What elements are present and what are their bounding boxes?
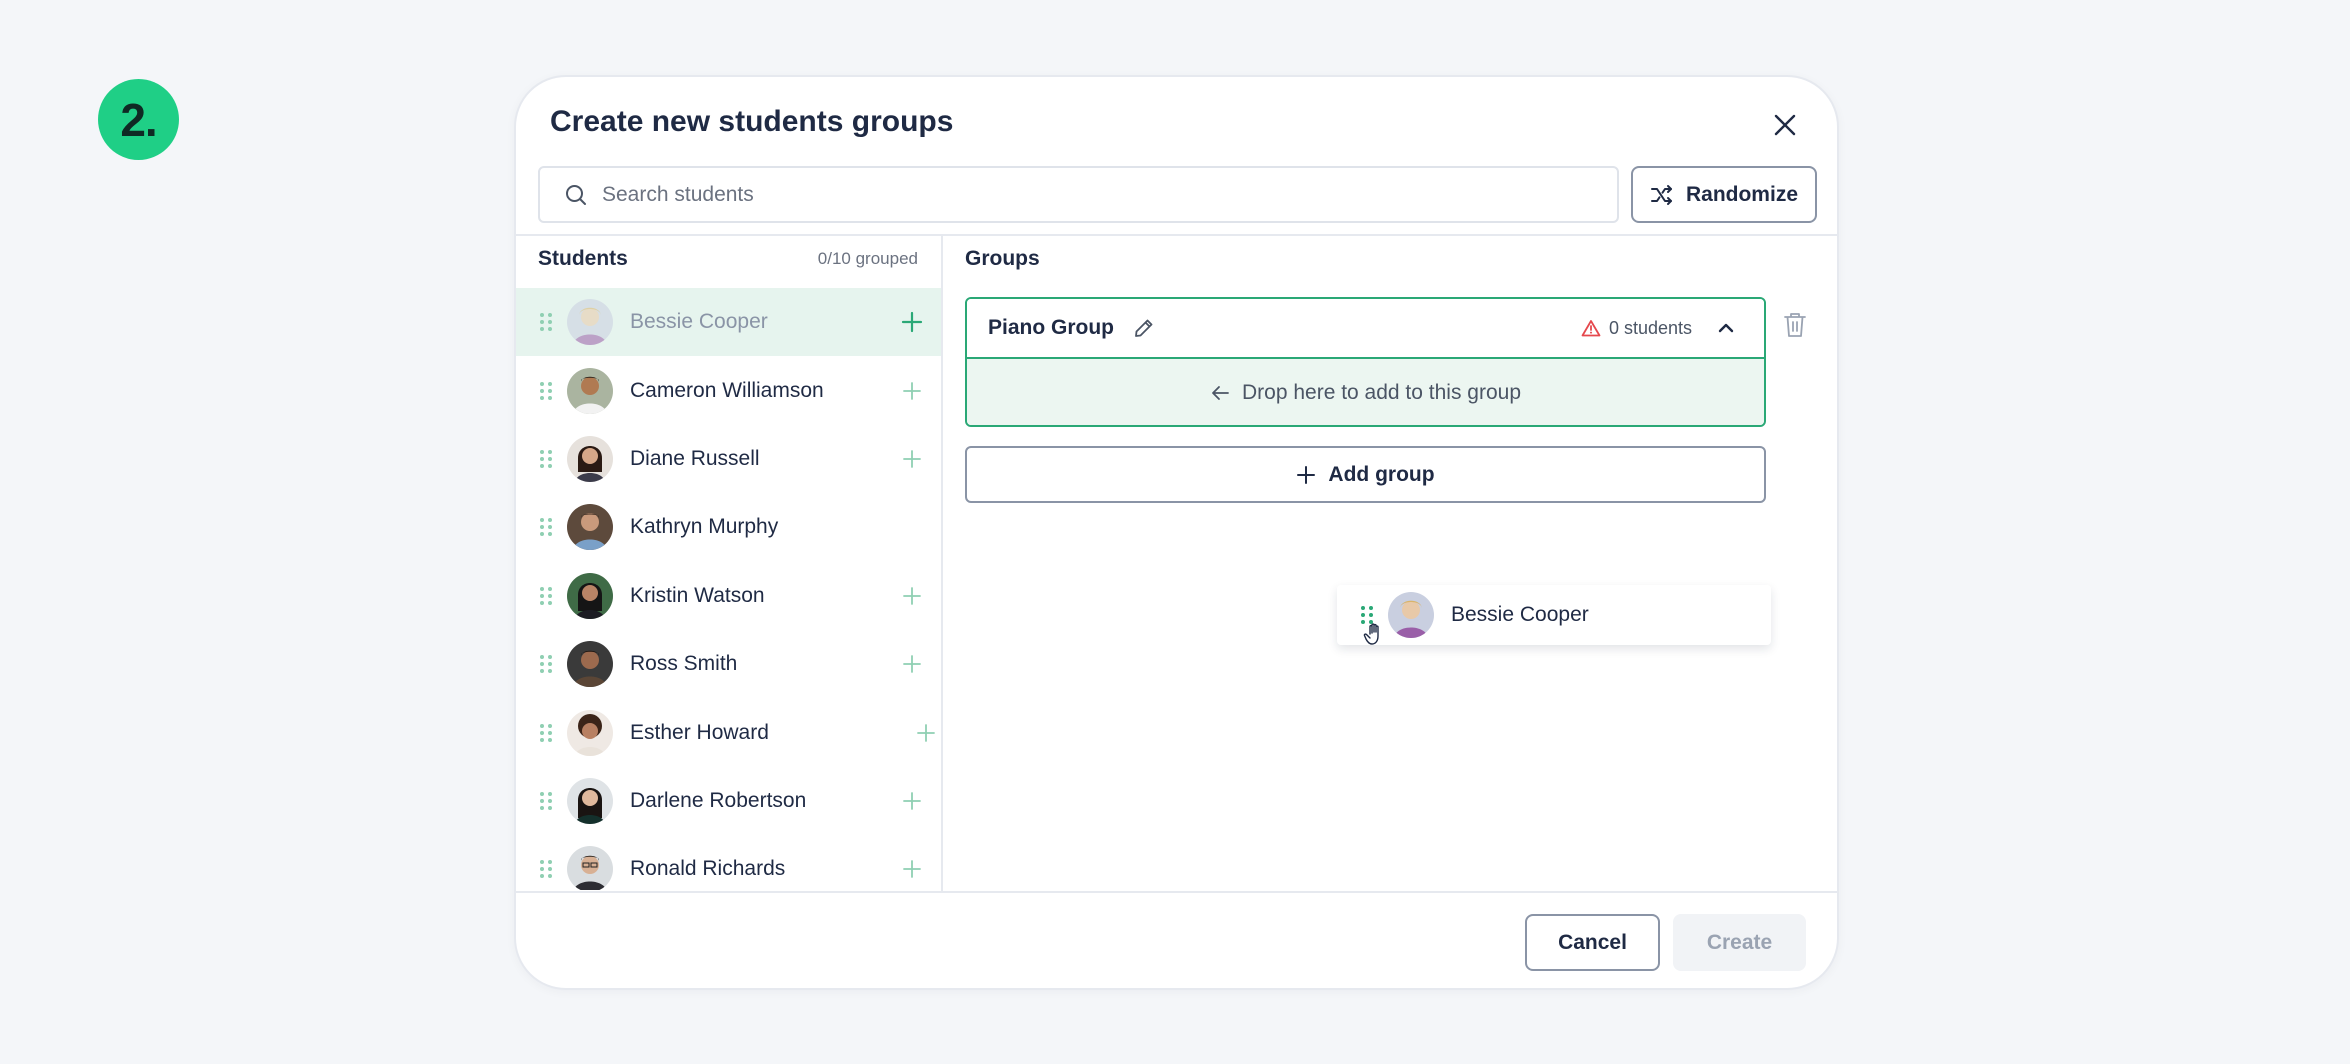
avatar [567, 641, 613, 688]
drag-handle-icon[interactable] [540, 860, 552, 879]
create-button[interactable]: Create [1673, 914, 1806, 971]
drag-preview-name: Bessie Cooper [1451, 603, 1589, 626]
plus-icon [1297, 465, 1316, 484]
create-groups-modal: Create new students groups Randomize Stu… [514, 75, 1839, 990]
avatar [567, 435, 613, 482]
student-list: Bessie Cooper Cameron Williamson Diane R… [516, 288, 941, 890]
group-student-count: 0 students [1581, 318, 1692, 339]
avatar [567, 299, 613, 346]
student-name: Ross Smith [630, 652, 738, 676]
groups-title: Groups [965, 247, 1040, 270]
add-group-button[interactable]: Add group [965, 446, 1766, 503]
search-icon [566, 184, 586, 205]
grab-hand-cursor-icon [1363, 623, 1379, 645]
plus-icon[interactable] [901, 790, 923, 812]
student-name: Kathryn Murphy [630, 515, 779, 539]
footer-divider [516, 891, 1837, 893]
close-button[interactable] [1767, 107, 1803, 143]
student-name: Cameron Williamson [630, 378, 824, 402]
drop-hint: Drop here to add to this group [1241, 381, 1521, 404]
drag-handle-icon[interactable] [540, 518, 552, 537]
student-name: Kristin Watson [630, 583, 765, 607]
avatar [1388, 592, 1434, 638]
plus-icon[interactable] [901, 585, 923, 607]
student-name: Ronald Richards [630, 857, 786, 881]
student-name: Esther Howard [630, 720, 769, 744]
student-row[interactable]: Kathryn Murphy [516, 493, 941, 561]
modal-title: Create new students groups [550, 105, 954, 138]
plus-icon[interactable] [915, 722, 937, 744]
plus-icon[interactable] [901, 311, 923, 333]
student-row[interactable]: Cameron Williamson [516, 356, 941, 424]
search-field[interactable] [538, 166, 1619, 223]
chevron-up-icon[interactable] [1714, 316, 1738, 340]
close-icon [1774, 114, 1796, 136]
student-row[interactable]: Bessie Cooper [516, 288, 941, 357]
student-row[interactable]: Ross Smith [516, 630, 941, 698]
plus-icon[interactable] [901, 380, 923, 402]
drag-handle-icon[interactable] [540, 655, 552, 674]
arrow-left-icon [1212, 386, 1229, 400]
student-name: Darlene Robertson [630, 788, 807, 812]
group-header: Piano Group 0 students [967, 299, 1764, 359]
student-row[interactable]: Esther Howard [516, 698, 941, 766]
student-row[interactable]: Kristin Watson [516, 562, 941, 630]
drag-handle-icon[interactable] [540, 313, 552, 332]
group-drop-zone[interactable]: Drop here to add to this group [967, 359, 1764, 425]
avatar [567, 367, 613, 414]
drag-handle-icon[interactable] [540, 449, 552, 468]
group-card: Piano Group 0 students Drop here to add … [965, 297, 1766, 427]
pencil-icon[interactable] [1132, 316, 1156, 340]
student-name: Diane Russell [630, 446, 760, 470]
column-divider [941, 235, 943, 892]
drag-handle-icon[interactable] [540, 586, 552, 605]
avatar [567, 709, 613, 756]
student-row[interactable]: Darlene Robertson [516, 767, 941, 835]
plus-icon[interactable] [901, 653, 923, 675]
avatar [567, 846, 613, 890]
students-title: Students [538, 247, 628, 270]
group-name: Piano Group [988, 316, 1114, 339]
drag-handle-icon[interactable] [540, 791, 552, 810]
step-number-badge: 2. [98, 79, 179, 160]
search-input[interactable] [602, 182, 1502, 207]
drag-handle-icon[interactable] [540, 723, 552, 742]
student-row[interactable]: Ronald Richards [516, 835, 941, 890]
header-divider [516, 234, 1837, 236]
add-group-label: Add group [1328, 462, 1435, 486]
avatar [567, 572, 613, 619]
avatar [567, 504, 613, 551]
grouped-count: 0/10 grouped [817, 249, 918, 268]
group-count-label: 0 students [1608, 317, 1692, 338]
student-name: Bessie Cooper [630, 310, 768, 334]
warning-triangle-icon [1581, 320, 1601, 337]
student-row[interactable]: Diane Russell [516, 425, 941, 493]
drag-preview-card[interactable]: Bessie Cooper [1337, 585, 1771, 645]
plus-icon[interactable] [901, 448, 923, 470]
students-header: Students 0/10 grouped [538, 247, 918, 271]
trash-icon[interactable] [1782, 311, 1808, 339]
avatar [567, 777, 613, 824]
plus-icon[interactable] [901, 858, 923, 880]
drag-handle-icon[interactable] [540, 381, 552, 400]
randomize-button[interactable]: Randomize [1631, 166, 1817, 223]
randomize-label: Randomize [1685, 182, 1798, 206]
shuffle-icon [1650, 184, 1672, 205]
cancel-button[interactable]: Cancel [1525, 914, 1660, 971]
